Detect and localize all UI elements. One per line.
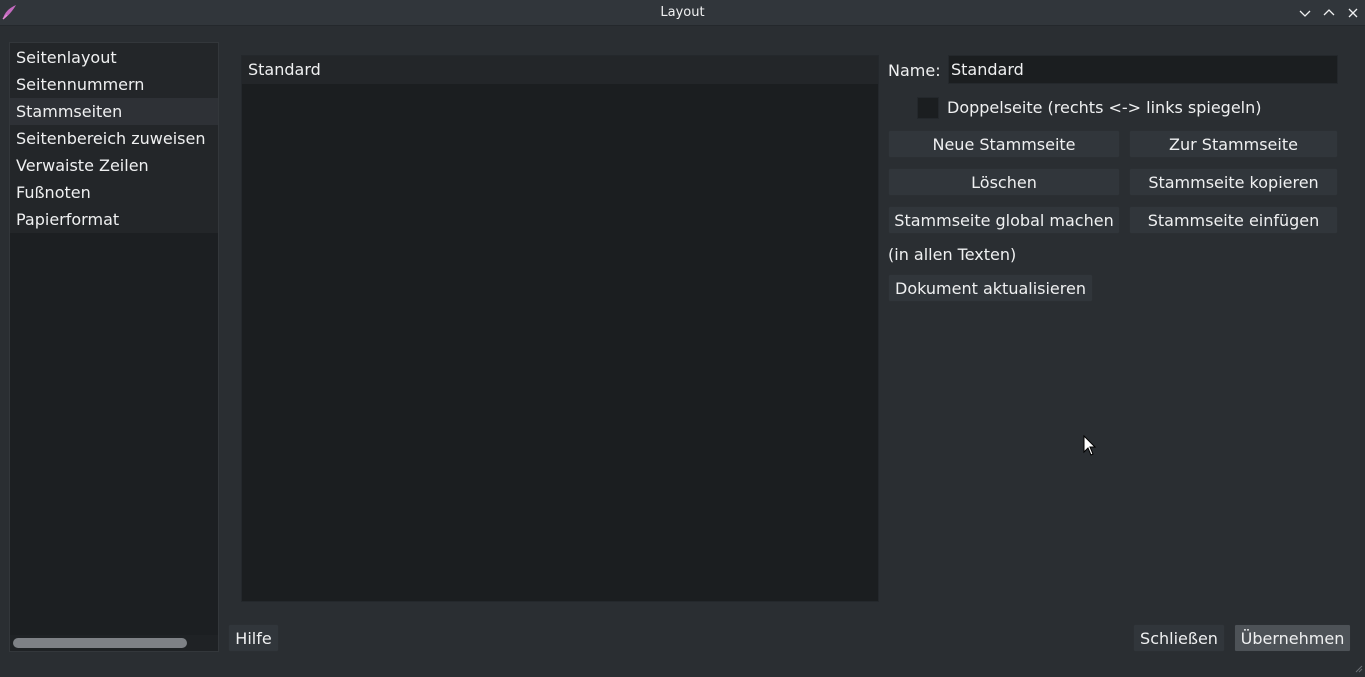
global-note: (in allen Texten) bbox=[888, 245, 1017, 264]
horizontal-scrollbar[interactable] bbox=[10, 635, 218, 651]
apply-button[interactable]: Übernehmen bbox=[1234, 624, 1351, 652]
close-icon[interactable] bbox=[1345, 5, 1361, 21]
close-button[interactable]: Schließen bbox=[1133, 624, 1225, 652]
list-item[interactable]: Standard bbox=[242, 56, 878, 84]
sidebar-item-seitenlayout[interactable]: Seitenlayout bbox=[10, 43, 218, 71]
delete-button[interactable]: Löschen bbox=[888, 168, 1120, 196]
master-page-list: Standard bbox=[241, 55, 879, 602]
goto-master-page-button[interactable]: Zur Stammseite bbox=[1129, 130, 1338, 158]
insert-master-page-button[interactable]: Stammseite einfügen bbox=[1129, 206, 1338, 234]
category-list: Seitenlayout Seitennummern Stammseiten S… bbox=[9, 42, 219, 652]
double-page-checkbox[interactable] bbox=[917, 97, 939, 119]
name-field[interactable] bbox=[948, 55, 1338, 84]
update-document-button[interactable]: Dokument aktualisieren bbox=[888, 274, 1093, 302]
double-page-label[interactable]: Doppelseite (rechts <-> links spiegeln) bbox=[947, 98, 1261, 117]
sidebar-item-seitenbereich-zuweisen[interactable]: Seitenbereich zuweisen bbox=[10, 125, 218, 152]
scrollbar-thumb[interactable] bbox=[13, 638, 187, 648]
copy-master-page-button[interactable]: Stammseite kopieren bbox=[1129, 168, 1338, 196]
sidebar-item-seitennummern[interactable]: Seitennummern bbox=[10, 71, 218, 98]
sidebar-item-fussnoten[interactable]: Fußnoten bbox=[10, 179, 218, 206]
maximize-icon[interactable] bbox=[1321, 5, 1337, 21]
sidebar-item-stammseiten[interactable]: Stammseiten bbox=[10, 98, 218, 125]
make-global-button[interactable]: Stammseite global machen bbox=[888, 206, 1120, 234]
resize-grip-icon[interactable] bbox=[1355, 658, 1363, 673]
sidebar-item-verwaiste-zeilen[interactable]: Verwaiste Zeilen bbox=[10, 152, 218, 179]
new-master-page-button[interactable]: Neue Stammseite bbox=[888, 130, 1120, 158]
name-label: Name: bbox=[888, 61, 941, 80]
title-bar: Layout bbox=[0, 0, 1365, 26]
sidebar-item-papierformat[interactable]: Papierformat bbox=[10, 206, 218, 233]
mouse-cursor-icon bbox=[1083, 434, 1097, 457]
minimize-icon[interactable] bbox=[1297, 5, 1313, 21]
help-button[interactable]: Hilfe bbox=[228, 624, 279, 652]
window-title: Layout bbox=[660, 5, 705, 20]
